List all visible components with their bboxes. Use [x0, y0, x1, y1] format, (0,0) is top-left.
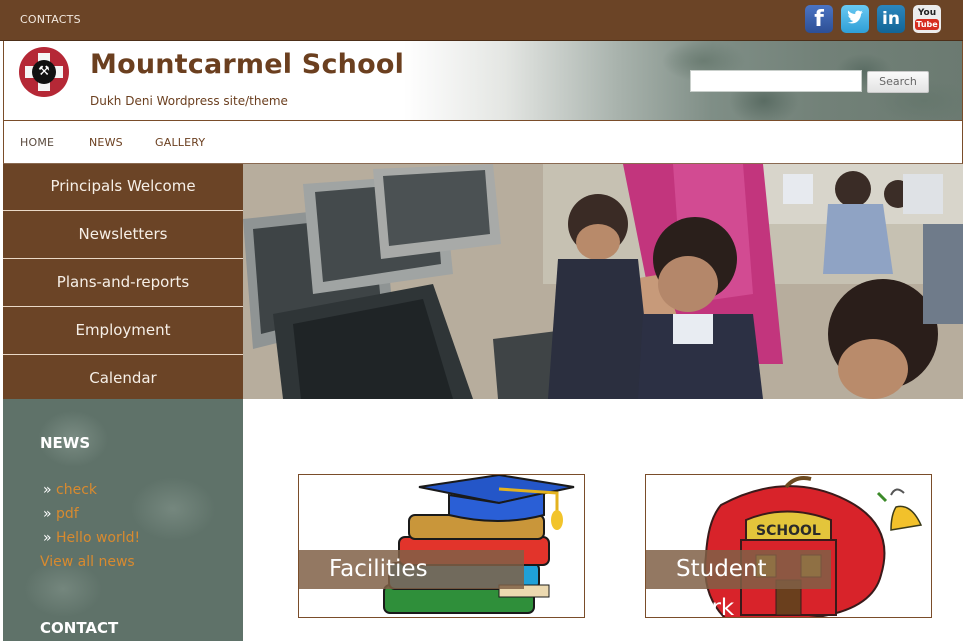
- hero-image: [243, 164, 963, 399]
- news-link-hello-world[interactable]: Hello world!: [56, 530, 140, 546]
- news-heading: NEWS: [40, 434, 91, 452]
- side-menu-item-newsletters[interactable]: Newsletters: [3, 212, 243, 259]
- nav-item-news[interactable]: NEWS: [89, 136, 123, 149]
- bullet-icon: »: [43, 482, 52, 498]
- search-input[interactable]: [690, 70, 862, 92]
- page: CONTACTS f in You Tube ⚒ Mountcarmel Sch…: [0, 0, 963, 641]
- nav-item-gallery[interactable]: GALLERY: [155, 136, 205, 149]
- bullet-icon: »: [43, 530, 52, 546]
- side-menu-item-employment[interactable]: Employment: [3, 308, 243, 355]
- hero-classroom-illustration: [243, 164, 963, 399]
- linkedin-icon[interactable]: in: [877, 5, 905, 33]
- bullet-icon: »: [43, 506, 52, 522]
- student-work-card[interactable]: SCHOOL Student Work: [645, 474, 932, 618]
- side-menu-item-calendar[interactable]: Calendar: [3, 356, 243, 399]
- facilities-card-label[interactable]: Facilities: [299, 550, 524, 589]
- student-work-card-label[interactable]: Student Work: [646, 550, 831, 617]
- facilities-card[interactable]: Facilities: [298, 474, 585, 618]
- facebook-icon-glyph: f: [814, 7, 824, 32]
- search-button[interactable]: Search: [867, 71, 929, 93]
- svg-text:SCHOOL: SCHOOL: [756, 523, 821, 539]
- side-menu-item-principals-welcome[interactable]: Principals Welcome: [3, 164, 243, 211]
- news-list-item: » check: [43, 482, 97, 498]
- youtube-icon[interactable]: You Tube: [913, 5, 941, 33]
- facebook-icon[interactable]: f: [805, 5, 833, 33]
- site-tagline: Dukh Deni Wordpress site/theme: [90, 94, 288, 108]
- books-graduation-cap-illustration: [383, 475, 575, 614]
- nav-item-home[interactable]: HOME: [20, 136, 54, 149]
- twitter-icon[interactable]: [841, 5, 869, 33]
- contact-heading: CONTACT: [40, 619, 119, 637]
- logo-emblem-icon: ⚒: [32, 60, 56, 84]
- main-nav: HOME NEWS GALLERY: [3, 121, 963, 164]
- news-list-item: » pdf: [43, 506, 79, 522]
- contacts-link[interactable]: CONTACTS: [20, 13, 81, 26]
- news-link-check[interactable]: check: [56, 482, 97, 498]
- news-list-item: » Hello world!: [43, 530, 140, 546]
- site-header: ⚒ Mountcarmel School Dukh Deni Wordpress…: [3, 41, 963, 121]
- view-all-news-link[interactable]: View all news: [40, 554, 135, 570]
- youtube-icon-bottom: Tube: [915, 19, 939, 30]
- site-title[interactable]: Mountcarmel School: [90, 49, 404, 80]
- youtube-icon-top: You: [917, 8, 937, 18]
- linkedin-icon-glyph: in: [882, 9, 900, 29]
- side-menu-item-plans-and-reports[interactable]: Plans-and-reports: [3, 260, 243, 307]
- side-menu: Principals Welcome Newsletters Plans-and…: [3, 164, 243, 399]
- news-link-pdf[interactable]: pdf: [56, 506, 79, 522]
- news-sidebar: NEWS » check » pdf » Hello world! View a…: [3, 399, 243, 641]
- school-logo-icon[interactable]: ⚒: [19, 47, 69, 97]
- top-bar: CONTACTS f in You Tube: [0, 0, 963, 41]
- twitter-bird-icon: [847, 10, 863, 24]
